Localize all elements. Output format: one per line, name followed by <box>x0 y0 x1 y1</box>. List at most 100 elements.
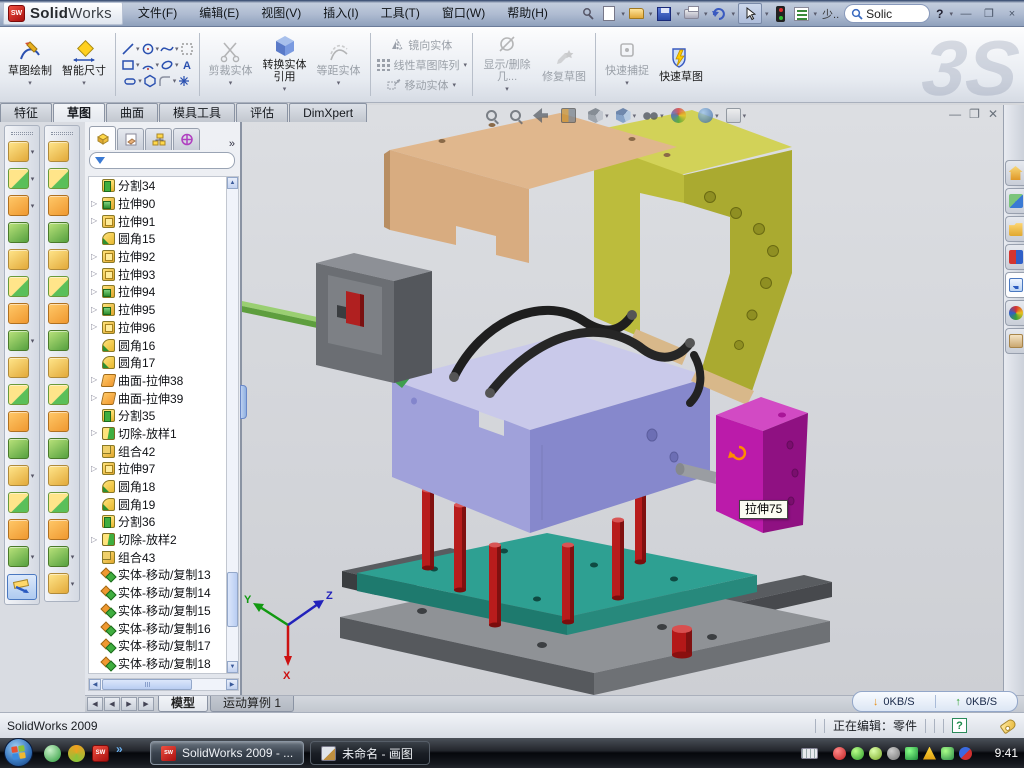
taskbar-clock[interactable]: 9:41 <box>995 746 1018 760</box>
ribbon-tab[interactable]: 特征 <box>0 103 52 122</box>
tree-item[interactable]: ▷ 分割35 <box>89 407 226 425</box>
taskpane-tab[interactable] <box>1005 300 1024 326</box>
dropdown-caret[interactable]: ▾ <box>743 112 747 120</box>
tree-item[interactable]: ▷ 拉伸95 <box>89 301 226 319</box>
graphics-area[interactable]: X Y Z ▾ ▾ ▾ <box>242 105 1003 695</box>
scroll-thumb[interactable] <box>102 679 192 690</box>
text-icon[interactable]: A <box>180 58 194 72</box>
select-caret[interactable]: ▾ <box>765 10 769 18</box>
taskpane-tab[interactable] <box>1005 244 1024 270</box>
tab-dimxpertmanager[interactable] <box>173 128 200 150</box>
mirror-entities-button[interactable]: 镜向实体 <box>390 37 452 53</box>
rapid-sketch-button[interactable]: 快速草图 <box>655 44 707 85</box>
menu-item[interactable]: 帮助(H) <box>496 0 559 27</box>
view-tool-button[interactable]: ▾ <box>486 110 503 121</box>
dropdown-caret[interactable]: ▾ <box>29 202 37 210</box>
search-value[interactable]: Solic <box>866 7 892 21</box>
tree-item[interactable]: ▷ 圆角18 <box>89 478 226 496</box>
dropdown-caret[interactable]: ▾ <box>715 112 719 120</box>
taskpane-tab[interactable] <box>1005 328 1024 354</box>
panel-overflow-chevron[interactable]: » <box>229 138 238 150</box>
feature-tool-button[interactable]: ▾ <box>8 354 37 381</box>
view-tool-button[interactable]: ▾ <box>616 108 637 123</box>
tree-horizontal-scrollbar[interactable]: ◀ ▶ <box>88 678 239 691</box>
ribbon-tab[interactable]: 模具工具 <box>159 103 235 122</box>
ribbon-tab[interactable]: 草图 <box>53 103 105 122</box>
new-document-button[interactable] <box>600 5 618 23</box>
view-tool-button[interactable]: ▾ <box>588 108 609 123</box>
close-button[interactable]: × <box>1002 5 1022 22</box>
messenger-icon[interactable] <box>44 745 61 762</box>
save-button[interactable] <box>655 5 673 23</box>
tree-item[interactable]: ▷ 实体-移动/复制15 <box>89 602 226 620</box>
expand-arrow-icon[interactable]: ▷ <box>91 253 99 261</box>
surface-tool-button[interactable]: ▾ <box>48 327 77 354</box>
line-icon[interactable] <box>121 42 135 56</box>
quicklaunch-chevron[interactable]: » <box>116 742 123 756</box>
scroll-thumb[interactable] <box>227 572 238 627</box>
toolbar-grip[interactable] <box>11 132 33 135</box>
taskbar-task-button[interactable]: SW SolidWorks 2009 - ... <box>150 741 304 765</box>
expand-arrow-icon[interactable]: ▷ <box>91 323 99 331</box>
expand-arrow-icon[interactable]: ▷ <box>91 270 99 278</box>
tray-icon[interactable] <box>905 747 918 760</box>
surface-tool-button[interactable]: ▾ <box>48 165 77 192</box>
surface-tool-button[interactable]: ▾ <box>48 219 77 246</box>
polygon-icon[interactable] <box>143 74 157 88</box>
dropdown-caret[interactable]: ▾ <box>29 553 37 561</box>
options-button[interactable] <box>793 5 811 23</box>
trim-entities-button[interactable]: 剪裁实体▾ <box>205 38 257 92</box>
menu-item[interactable]: 窗口(W) <box>431 0 496 27</box>
ribbon-tab[interactable]: 评估 <box>236 103 288 122</box>
surface-tool-button[interactable]: ▾ <box>48 300 77 327</box>
arc-icon[interactable] <box>141 58 155 72</box>
tree-filter-box[interactable] <box>89 152 235 169</box>
tree-item[interactable]: ▷ 切除-放样1 <box>89 425 226 443</box>
feature-tool-button[interactable]: ▾ <box>8 408 37 435</box>
linear-sketch-pattern-button[interactable]: 线性草图阵列▾ <box>376 57 468 73</box>
menu-item[interactable]: 插入(I) <box>312 0 369 27</box>
tree-item[interactable]: ▷ 拉伸90 <box>89 195 226 213</box>
panel-splitter-handle[interactable] <box>240 385 247 419</box>
tree-item[interactable]: ▷ 圆角17 <box>89 354 226 372</box>
print-button[interactable] <box>683 5 701 23</box>
view-tool-button[interactable]: ▾ <box>671 108 692 123</box>
last-tab-button[interactable]: ▶ <box>138 697 154 711</box>
tray-icon[interactable] <box>833 747 846 760</box>
feature-tool-button[interactable]: ▾ <box>8 273 37 300</box>
undo-button[interactable] <box>710 5 728 23</box>
feature-tool-button[interactable]: ▾ <box>8 219 37 246</box>
network-monitor-widget[interactable]: ↓0KB/S ↑0KB/S <box>852 691 1018 712</box>
help-button[interactable]: ? <box>933 7 946 21</box>
tree-item[interactable]: ▷ 圆角15 <box>89 230 226 248</box>
surface-tool-button[interactable]: ▾ <box>48 246 77 273</box>
view-tool-button[interactable]: ▾ <box>643 108 664 123</box>
dropdown-caret[interactable]: ▾ <box>29 175 37 183</box>
surface-tool-button[interactable]: ▾ <box>48 462 77 489</box>
tree-item[interactable]: ▷ 组合42 <box>89 442 226 460</box>
surface-tool-button[interactable]: ▾ <box>48 381 77 408</box>
tree-item[interactable]: ▷ 拉伸91 <box>89 212 226 230</box>
select-tool-button[interactable] <box>738 3 762 24</box>
dropdown-caret[interactable]: ▾ <box>29 337 37 345</box>
feature-tool-button[interactable]: ▾ <box>8 327 37 354</box>
sketch-button[interactable]: 草图绘制▾ <box>4 38 56 92</box>
view-tool-button[interactable]: ▾ <box>561 108 582 123</box>
prev-tab-button[interactable]: ◀ <box>104 697 120 711</box>
expand-arrow-icon[interactable]: ▷ <box>91 376 99 384</box>
dropdown-caret[interactable]: ▾ <box>69 553 77 561</box>
model-sprue-assembly[interactable] <box>242 253 432 383</box>
tray-icon[interactable] <box>941 747 954 760</box>
tray-icon[interactable] <box>887 747 900 760</box>
taskpane-tab[interactable] <box>1005 216 1024 242</box>
expand-arrow-icon[interactable]: ▷ <box>91 288 99 296</box>
move-entities-button[interactable]: 移动实体▾ <box>387 77 457 93</box>
tree-item[interactable]: ▷ 分割36 <box>89 513 226 531</box>
rebuild-icon[interactable] <box>772 5 790 23</box>
toolbar-overflow[interactable]: 少.. <box>820 6 841 22</box>
new-caret[interactable]: ▾ <box>621 10 625 18</box>
taskbar-task-button[interactable]: 未命名 - 画图 <box>310 741 430 765</box>
tree-item[interactable]: ▷ 拉伸92 <box>89 248 226 266</box>
tab-propertymanager[interactable] <box>117 128 144 150</box>
tree-item[interactable]: ▷ 实体-移动/复制16 <box>89 619 226 637</box>
